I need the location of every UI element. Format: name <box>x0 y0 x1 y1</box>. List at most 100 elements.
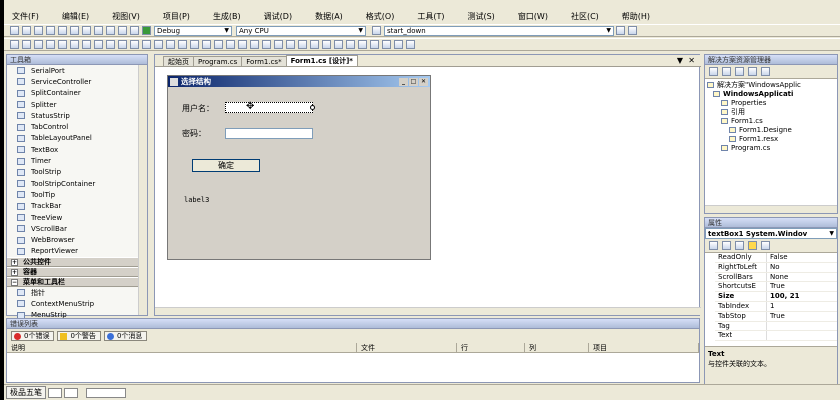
toolbox-item[interactable]: StatusStrip <box>7 110 147 121</box>
minimize-icon[interactable]: _ <box>399 77 408 86</box>
property-row[interactable]: TabStop True <box>715 311 837 322</box>
tab-document[interactable]: Program.cs <box>193 56 243 66</box>
solution-hscrollbar[interactable] <box>705 205 837 213</box>
close-icon[interactable]: ✕ <box>419 77 428 86</box>
form-titlebar[interactable]: 选择结构 _ □ ✕ <box>168 76 430 87</box>
tab-dropdown-icon[interactable]: ▼ <box>677 56 683 65</box>
layout-tool-icon[interactable] <box>310 40 319 49</box>
layout-tool-icon[interactable] <box>202 40 211 49</box>
layout-tool-icon[interactable] <box>130 40 139 49</box>
open-icon[interactable] <box>34 26 43 35</box>
layout-tool-icon[interactable] <box>274 40 283 49</box>
expand-icon[interactable]: + <box>11 268 18 276</box>
layout-tool-icon[interactable] <box>118 40 127 49</box>
solution-tree-item[interactable]: 解决方案"WindowsApplic <box>705 80 837 89</box>
tab-document[interactable]: 起始页 <box>163 56 194 66</box>
toolbox-category[interactable]: + 容器 <box>7 267 147 278</box>
undo-icon[interactable] <box>106 26 115 35</box>
start-debug-icon[interactable] <box>142 26 151 35</box>
error-column-header[interactable]: 项目 <box>589 343 699 352</box>
categorized-icon[interactable] <box>709 241 718 250</box>
solution-tree-item[interactable]: Form1.cs <box>705 116 837 125</box>
layout-tool-icon[interactable] <box>178 40 187 49</box>
refresh-icon[interactable] <box>735 67 744 76</box>
toolbox-item[interactable]: TreeView <box>7 212 147 223</box>
expand-icon[interactable]: + <box>11 258 18 266</box>
property-value[interactable]: 1 <box>767 302 774 311</box>
property-row[interactable]: TabIndex 1 <box>715 301 837 312</box>
properties-view-icon[interactable] <box>735 241 744 250</box>
save-icon[interactable] <box>46 26 55 35</box>
view-code-icon[interactable] <box>748 67 757 76</box>
property-pages-icon[interactable] <box>761 241 770 250</box>
toolbox-item[interactable]: 指针 <box>7 287 147 298</box>
errors-filter-button[interactable]: 0个错误 <box>11 331 55 341</box>
menu-item[interactable]: 测试(S) <box>467 11 494 22</box>
platform-combo[interactable]: Any CPU ▼ <box>236 25 366 36</box>
toolbox-item[interactable]: ServiceController <box>7 76 147 87</box>
toolbox-item[interactable]: ReportViewer <box>7 246 147 257</box>
property-value[interactable]: None <box>767 273 788 282</box>
layout-tool-icon[interactable] <box>22 40 31 49</box>
maximize-icon[interactable]: □ <box>409 77 418 86</box>
cut-icon[interactable] <box>70 26 79 35</box>
property-row[interactable]: ScrollBars None <box>715 272 837 283</box>
layout-tool-icon[interactable] <box>70 40 79 49</box>
menu-item[interactable]: 调试(D) <box>264 11 292 22</box>
toolbox-category[interactable]: + 公共控件 <box>7 257 147 268</box>
events-icon[interactable] <box>748 241 757 250</box>
toolbox-category[interactable]: − 菜单和工具栏 <box>7 277 147 288</box>
save-all-icon[interactable] <box>58 26 67 35</box>
ime-indicator[interactable]: 极品五笔 <box>6 386 46 399</box>
layout-tool-icon[interactable] <box>94 40 103 49</box>
solution-tree-item[interactable]: Program.cs <box>705 143 837 152</box>
layout-tool-icon[interactable] <box>238 40 247 49</box>
show-all-files-icon[interactable] <box>722 67 731 76</box>
confirm-button[interactable]: 确定 <box>192 159 260 172</box>
paste-icon[interactable] <box>94 26 103 35</box>
designer-hscrollbar[interactable] <box>155 307 701 315</box>
menu-item[interactable]: 帮助(H) <box>622 11 650 22</box>
layout-tool-icon[interactable] <box>154 40 163 49</box>
layout-tool-icon[interactable] <box>190 40 199 49</box>
solution-tree-item[interactable]: 引用 <box>705 107 837 116</box>
property-row[interactable]: Text <box>715 331 837 342</box>
navigate-back-icon[interactable] <box>130 26 139 35</box>
view-designer-icon[interactable] <box>761 67 770 76</box>
menu-item[interactable]: 文件(F) <box>12 11 39 22</box>
redo-icon[interactable] <box>118 26 127 35</box>
toolbox-item[interactable]: TextBox <box>7 144 147 155</box>
layout-tool-icon[interactable] <box>82 40 91 49</box>
alphabetical-icon[interactable] <box>722 241 731 250</box>
property-value[interactable]: No <box>767 263 780 272</box>
add-item-icon[interactable] <box>22 26 31 35</box>
toolbox-item[interactable]: WebBrowser <box>7 234 147 245</box>
menu-item[interactable]: 窗口(W) <box>518 11 548 22</box>
ime-mode-icon[interactable] <box>48 387 62 398</box>
password-textbox[interactable] <box>225 128 313 139</box>
properties-icon[interactable] <box>709 67 718 76</box>
layout-tool-icon[interactable] <box>10 40 19 49</box>
menu-item[interactable]: 格式(O) <box>366 11 395 22</box>
resize-handle[interactable] <box>310 105 315 110</box>
toolbox-item[interactable]: Timer <box>7 155 147 166</box>
toolbox-item[interactable]: SerialPort <box>7 65 147 76</box>
layout-tool-icon[interactable] <box>334 40 343 49</box>
username-textbox[interactable]: ✥ <box>225 101 315 113</box>
layout-tool-icon[interactable] <box>370 40 379 49</box>
layout-tool-icon[interactable] <box>34 40 43 49</box>
layout-tool-icon[interactable] <box>226 40 235 49</box>
properties-window-icon[interactable] <box>628 26 637 35</box>
error-column-header[interactable]: 说明 <box>7 343 357 352</box>
solution-tree-item[interactable]: Form1.Designe <box>705 125 837 134</box>
toolbox-item[interactable]: Splitter <box>7 99 147 110</box>
solution-tree-item[interactable]: WindowsApplicati <box>705 89 837 98</box>
layout-tool-icon[interactable] <box>346 40 355 49</box>
layout-tool-icon[interactable] <box>286 40 295 49</box>
properties-object-combo[interactable]: textBox1 System.Windov ▼ <box>705 228 837 239</box>
toolbox-item[interactable]: VScrollBar <box>7 223 147 234</box>
close-document-icon[interactable]: ✕ <box>688 56 695 65</box>
ime-punct-icon[interactable] <box>64 387 78 398</box>
toolbox-item[interactable]: ToolStrip <box>7 167 147 178</box>
property-value[interactable]: False <box>767 253 788 262</box>
